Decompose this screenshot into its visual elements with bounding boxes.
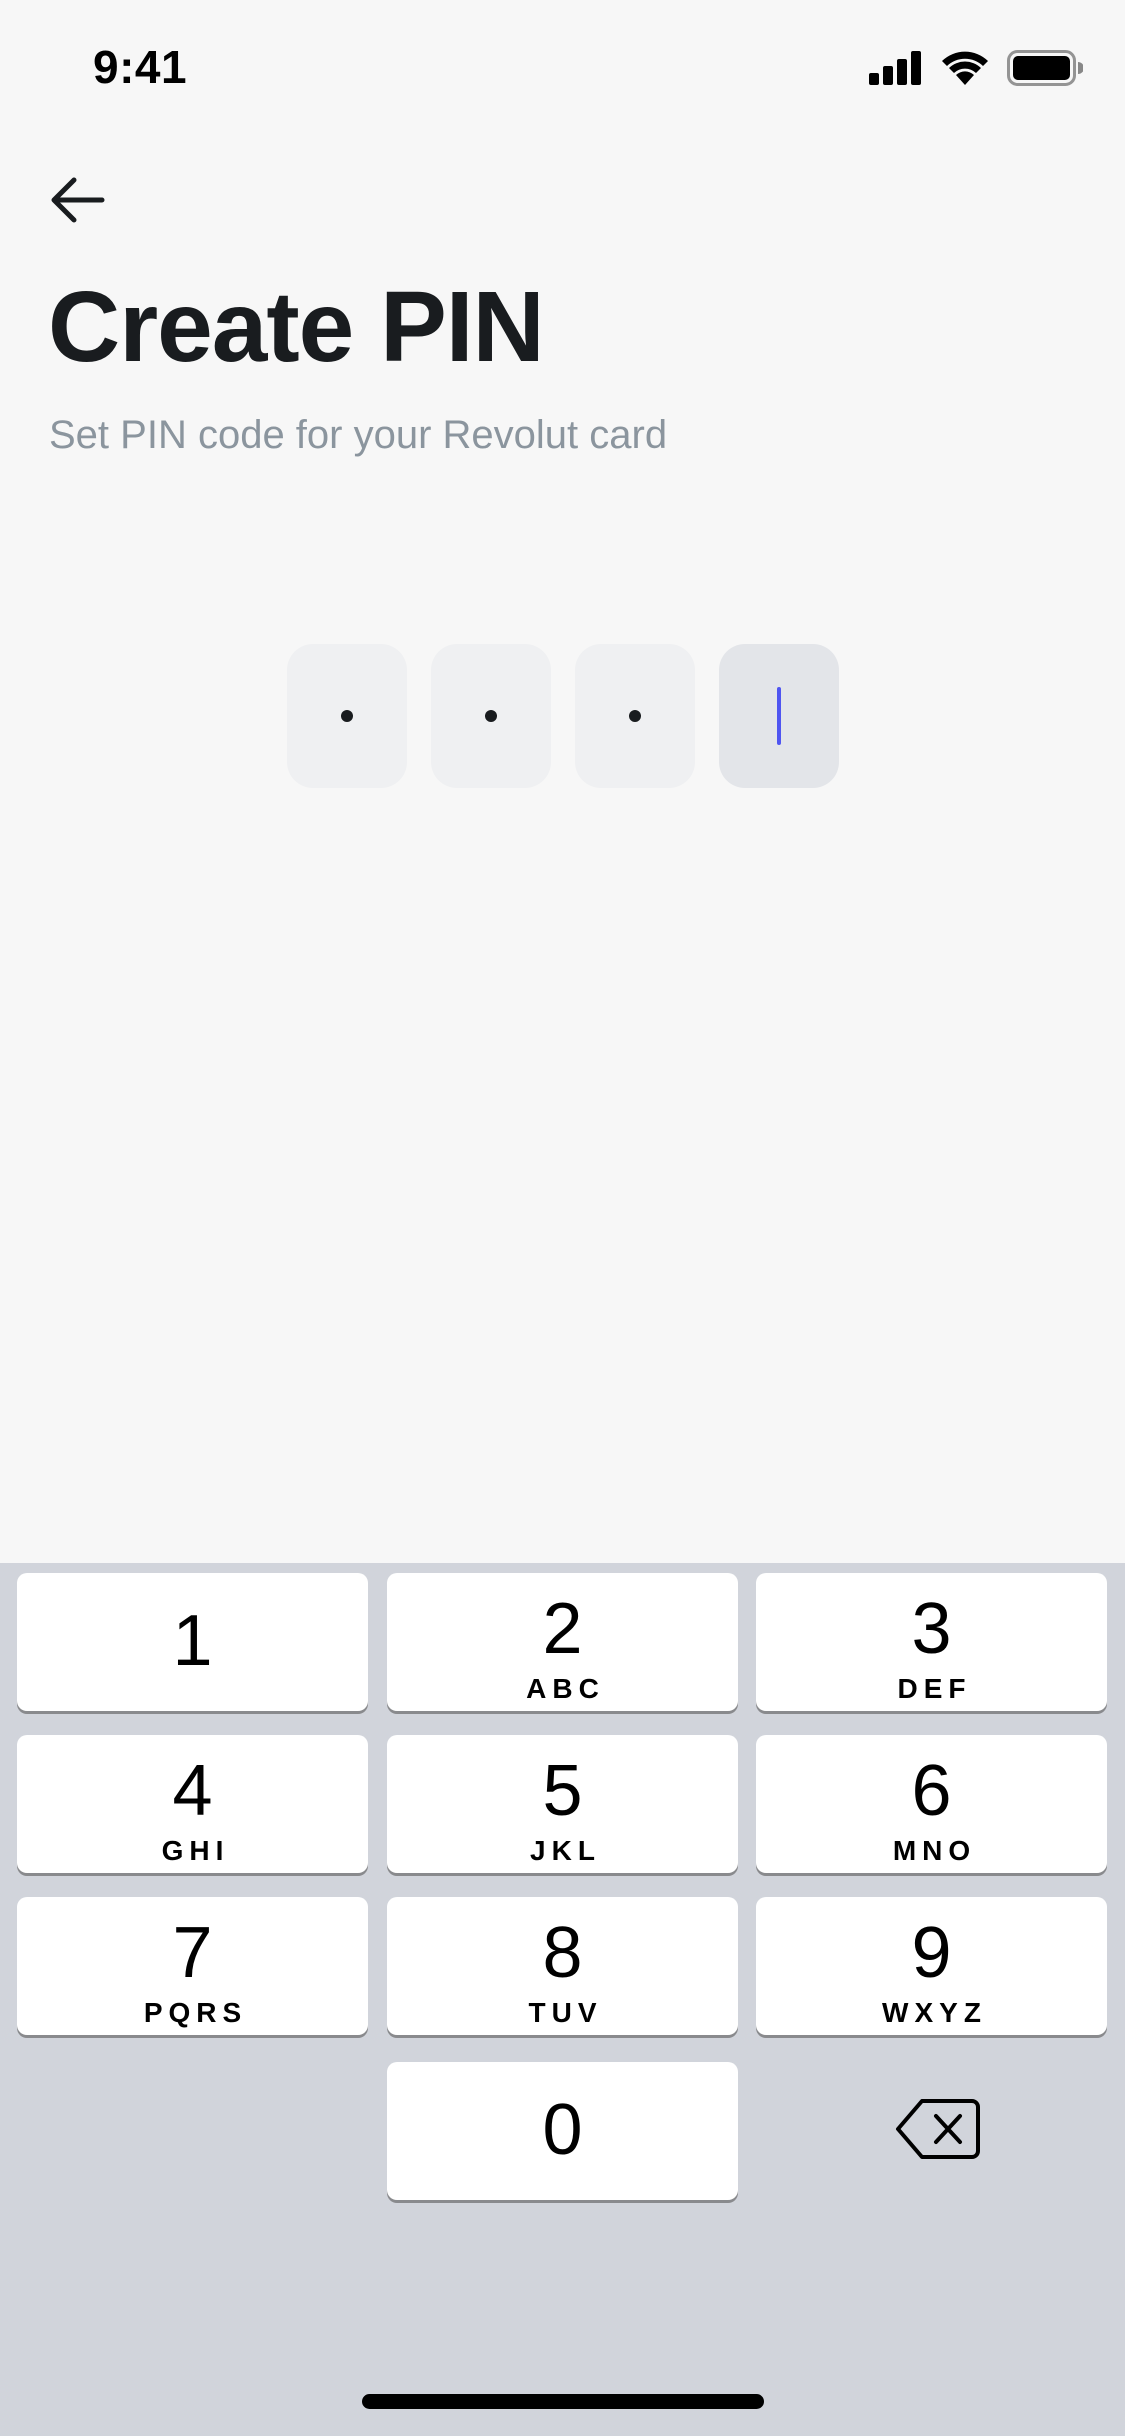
key-digit: 2 bbox=[542, 1589, 583, 1669]
arrow-left-icon bbox=[51, 177, 105, 223]
key-1[interactable]: 1 bbox=[17, 1573, 368, 1711]
status-icons bbox=[869, 50, 1083, 86]
key-letters: GHI bbox=[161, 1835, 230, 1866]
pin-filled-dot bbox=[485, 710, 497, 722]
wifi-icon bbox=[942, 51, 988, 85]
key-digit: 7 bbox=[172, 1913, 213, 1993]
key-letters: JKL bbox=[530, 1835, 601, 1866]
pin-digit-box[interactable] bbox=[719, 644, 839, 788]
key-digit: 8 bbox=[542, 1913, 583, 1993]
pin-digit-box[interactable] bbox=[287, 644, 407, 788]
pin-filled-dot bbox=[629, 710, 641, 722]
key-letters: ABC bbox=[526, 1673, 605, 1704]
battery-icon bbox=[1007, 50, 1083, 86]
key-letters: MNO bbox=[892, 1835, 977, 1866]
numeric-keypad: 1 2 ABC 3 DEF 4 GHI 5 JKL 6 MNO 7 PQRS 8 TUV 9 WXYZ 0 bbox=[0, 1563, 1125, 2436]
page-title: Create PIN bbox=[48, 271, 545, 383]
key-4[interactable]: 4 GHI bbox=[17, 1735, 368, 1873]
key-digit: 1 bbox=[172, 1601, 213, 1681]
key-digit: 3 bbox=[911, 1589, 952, 1669]
status-time: 9:41 bbox=[93, 41, 188, 93]
pin-cursor bbox=[777, 687, 781, 745]
pin-input[interactable] bbox=[287, 644, 839, 788]
key-letters: TUV bbox=[528, 1997, 603, 2028]
home-indicator[interactable] bbox=[362, 2394, 764, 2409]
delete-key[interactable] bbox=[894, 2096, 982, 2162]
key-2[interactable]: 2 ABC bbox=[387, 1573, 738, 1711]
key-0[interactable]: 0 bbox=[387, 2062, 738, 2200]
cellular-signal-icon bbox=[869, 51, 921, 85]
key-3[interactable]: 3 DEF bbox=[756, 1573, 1107, 1711]
key-digit: 6 bbox=[911, 1751, 952, 1831]
key-digit: 5 bbox=[542, 1751, 583, 1831]
pin-filled-dot bbox=[341, 710, 353, 722]
key-digit: 0 bbox=[542, 2090, 583, 2170]
key-digit: 4 bbox=[172, 1751, 213, 1831]
key-6[interactable]: 6 MNO bbox=[756, 1735, 1107, 1873]
key-letters: PQRS bbox=[143, 1997, 248, 2028]
pin-digit-box[interactable] bbox=[575, 644, 695, 788]
key-5[interactable]: 5 JKL bbox=[387, 1735, 738, 1873]
key-8[interactable]: 8 TUV bbox=[387, 1897, 738, 2035]
key-letters: DEF bbox=[897, 1673, 972, 1704]
back-button[interactable] bbox=[46, 168, 110, 232]
backspace-icon bbox=[896, 2099, 980, 2159]
status-bar: 9:41 bbox=[0, 0, 1125, 140]
key-digit: 9 bbox=[911, 1913, 952, 1993]
key-9[interactable]: 9 WXYZ bbox=[756, 1897, 1107, 2035]
key-7[interactable]: 7 PQRS bbox=[17, 1897, 368, 2035]
pin-digit-box[interactable] bbox=[431, 644, 551, 788]
page-subtitle: Set PIN code for your Revolut card bbox=[49, 413, 668, 457]
key-letters: WXYZ bbox=[882, 1997, 987, 2028]
